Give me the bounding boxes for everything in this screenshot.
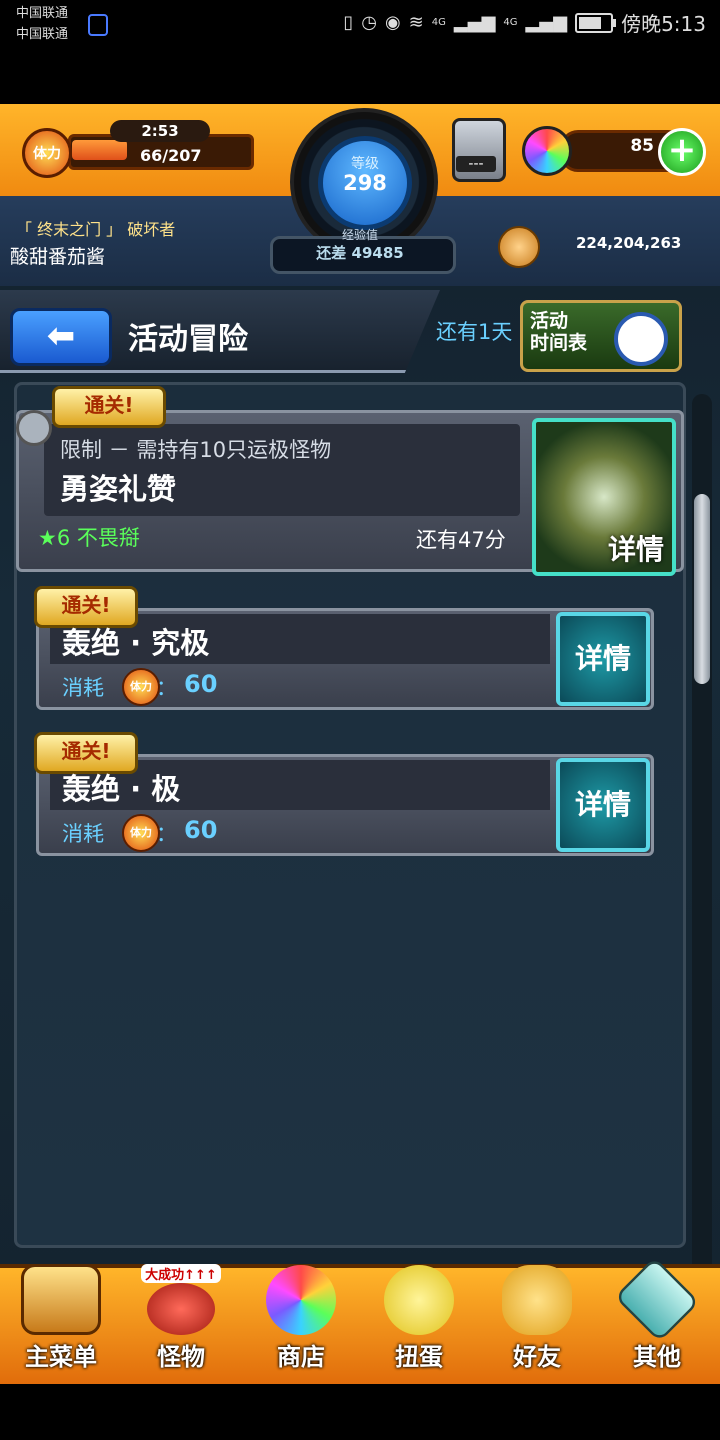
game-screen: 2:53 66/207 体力 等级 298 经验值 还差 49485 --- 8… — [0, 104, 720, 1384]
event-schedule-label: 活动 时间表 — [530, 310, 588, 354]
cost-label: 消耗 — [62, 676, 104, 700]
signal-icon-2: ▂▄▆ — [525, 12, 568, 33]
nav-label: 好友 — [513, 1343, 561, 1371]
friends-icon — [502, 1265, 572, 1335]
status-bar: 中国联通 中国联通 ▯ ◷ ◉ ≋ 4G ▂▄▆ 4G ▂▄▆ 傍晚5:13 — [0, 0, 720, 50]
clock-icon — [614, 312, 668, 366]
status-icons: ▯ ◷ ◉ ≋ 4G ▂▄▆ 4G ▂▄▆ 傍晚5:13 — [343, 8, 706, 37]
cost-value: 60 — [184, 816, 218, 844]
cost-value: 60 — [184, 670, 218, 698]
network-label-2: 4G — [503, 17, 518, 28]
network-label-1: 4G — [431, 17, 446, 28]
detail-button-3[interactable]: 详情 — [556, 758, 650, 852]
nav-label: 主菜单 — [25, 1343, 97, 1371]
level-label: 等级 — [351, 156, 379, 172]
nav-gacha[interactable]: 扭蛋 — [360, 1264, 478, 1382]
add-gems-button[interactable]: + — [658, 128, 706, 176]
stage-name: 轰绝 · 极 — [62, 772, 181, 806]
nav-other[interactable]: 其他 — [598, 1256, 716, 1382]
coin-icon — [498, 226, 540, 268]
gacha-icon — [384, 1265, 454, 1335]
nav-label: 怪物 — [157, 1343, 205, 1371]
exp-remaining: 还差 49485 — [316, 244, 404, 262]
system-nav-bar — [0, 1384, 720, 1440]
stamina-icon: 体力 — [122, 814, 160, 852]
carrier-1: 中国联通 — [16, 6, 69, 21]
main-menu-icon — [21, 1264, 101, 1335]
detail-button-2[interactable]: 详情 — [556, 612, 650, 706]
cleared-badge: 通关! — [52, 386, 166, 428]
other-icon — [614, 1256, 700, 1343]
nav-main-menu[interactable]: 主菜单 — [2, 1264, 120, 1382]
nav-label: 商店 — [277, 1343, 325, 1371]
orb-icon — [522, 126, 572, 176]
monster-icon — [147, 1283, 215, 1335]
stage-limit: 限制 － 需持有10只运极怪物 — [60, 438, 332, 462]
detail-button-1[interactable]: 详情 — [608, 528, 664, 568]
pin-icon — [16, 410, 52, 446]
stage-name: 勇姿礼赞 — [60, 472, 177, 506]
stage-countdown: 还有47分 — [416, 528, 506, 552]
signal-icon: ▂▄▆ — [453, 12, 496, 33]
battery-icon — [575, 12, 617, 33]
stamina-timer: 2:53 — [110, 120, 210, 142]
stamina-fill — [72, 140, 127, 160]
notification-icon — [88, 14, 108, 36]
nav-monster[interactable]: 大成功↑↑↑ 怪物 — [122, 1264, 240, 1382]
nav-shop[interactable]: 商店 — [242, 1264, 360, 1382]
item-box-icon[interactable] — [452, 118, 506, 182]
cost-label: 消耗 — [62, 822, 104, 846]
stamina-icon: 体力 — [22, 128, 72, 178]
stamina-value: 66/207 — [140, 146, 202, 165]
wifi-icon: ≋ — [408, 12, 424, 33]
eye-icon: ◉ — [384, 12, 401, 33]
clock-time: 傍晚5:13 — [621, 12, 706, 36]
exp-label: 经验值 — [341, 228, 378, 242]
level-value: 298 — [343, 171, 387, 195]
back-button[interactable]: ⬅ — [10, 308, 112, 366]
stamina-icon: 体力 — [122, 668, 160, 706]
coin-count: 224,204,263 — [576, 234, 682, 252]
cost-separator: ： — [156, 822, 177, 846]
vibrate-icon: ▯ — [343, 12, 354, 33]
scrollbar-thumb[interactable] — [694, 494, 710, 684]
shop-icon — [266, 1265, 336, 1335]
nav-tag: 大成功↑↑↑ — [141, 1264, 221, 1283]
nav-label: 扭蛋 — [395, 1343, 443, 1371]
item-box-counter: --- — [456, 156, 496, 172]
event-remaining: 还有1天 — [436, 320, 513, 344]
cost-separator: ： — [156, 676, 177, 700]
nav-label: 其他 — [633, 1343, 681, 1371]
page-title: 活动冒险 — [128, 322, 248, 357]
stage-difficulty: ★6 不畏搿 — [38, 526, 140, 550]
player-title: 「 终末之门 」 破坏者 — [16, 220, 176, 239]
back-arrow-icon: ⬅ — [46, 316, 76, 356]
level-badge: 等级 298 — [318, 136, 412, 230]
stage-name: 轰绝 · 究极 — [62, 626, 210, 660]
alarm-icon: ◷ — [361, 12, 377, 33]
player-name: 酸甜番茄酱 — [10, 246, 106, 268]
gem-count: 85 — [630, 136, 654, 156]
carrier-2: 中国联通 — [16, 27, 69, 42]
nav-friends[interactable]: 好友 — [478, 1264, 596, 1382]
